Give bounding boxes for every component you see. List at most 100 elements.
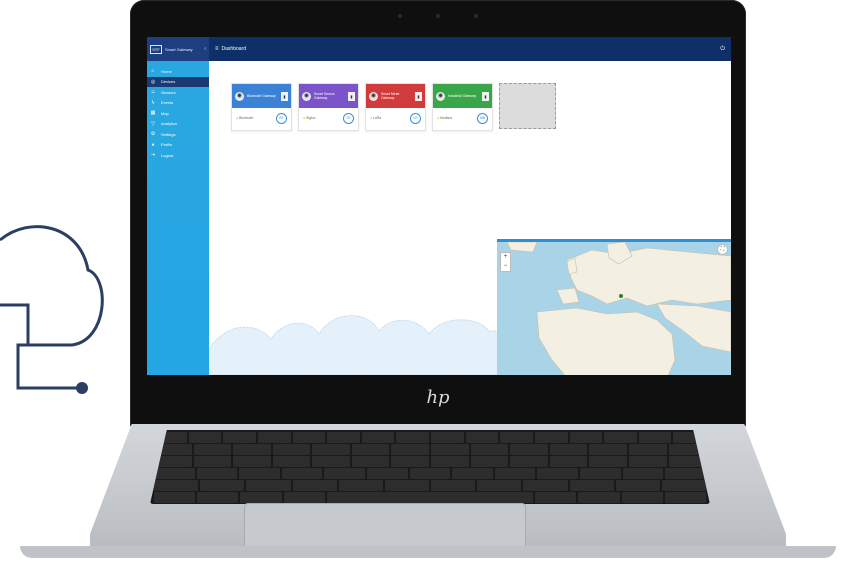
sidebar-header: STF Smart Gateway ‹ bbox=[147, 37, 209, 61]
factory-icon: ◉ bbox=[436, 91, 445, 101]
keyboard-key bbox=[361, 432, 395, 443]
card-status: LoRa bbox=[370, 116, 381, 120]
sidebar-item-label: Profile bbox=[161, 142, 173, 148]
keyboard-key bbox=[327, 432, 360, 443]
sidebar-item-label: Home bbox=[161, 68, 172, 74]
keyboard-key bbox=[589, 444, 627, 455]
map-zoom-control[interactable]: + − bbox=[500, 252, 511, 272]
add-gateway-placeholder[interactable] bbox=[499, 83, 556, 129]
card-gauge: LR bbox=[410, 112, 421, 124]
keyboard-key bbox=[569, 432, 603, 443]
sidebar-item-analytics[interactable]: ▽ Analytics bbox=[147, 119, 209, 130]
keyboard-key bbox=[465, 432, 499, 443]
sidebar-item-devices[interactable]: ◎ Devices bbox=[147, 76, 209, 87]
keyboard-row bbox=[150, 492, 710, 503]
bluetooth-icon: ◉ bbox=[235, 91, 244, 101]
brand-logo: STF bbox=[150, 44, 162, 54]
keyboard-row bbox=[150, 480, 710, 491]
keyboard-key bbox=[628, 456, 667, 467]
card-header: ◉ Smart Meter Gateway ▮ bbox=[366, 84, 425, 108]
brand-name: Smart Gateway bbox=[165, 46, 193, 52]
keyboard-key bbox=[470, 456, 509, 467]
keyboard-key bbox=[589, 456, 627, 467]
logout-icon: ⇥ bbox=[150, 152, 156, 159]
card-gauge: BT bbox=[276, 112, 287, 124]
keyboard-key bbox=[281, 468, 323, 479]
keyboard-key bbox=[534, 432, 568, 443]
card-badge-icon: ▮ bbox=[415, 91, 422, 101]
dashboard-content: ◉Bluetooth Gateway▮BluetoothBT◉Smart Sen… bbox=[209, 61, 731, 375]
page-title: Dashboard bbox=[221, 46, 246, 52]
keyboard-key bbox=[549, 444, 588, 455]
sidebar-item-logout[interactable]: ⇥ Logout bbox=[147, 150, 209, 161]
sidebar-item-sensors[interactable]: ☺ Sensors bbox=[147, 87, 209, 98]
card-gauge: SF bbox=[343, 112, 354, 124]
keyboard-key bbox=[312, 444, 350, 455]
keyboard-key bbox=[604, 432, 637, 443]
card-title: Smart Sensor Gateway bbox=[314, 92, 335, 100]
sidebar-item-label: Settings bbox=[161, 131, 176, 137]
keyboard-key bbox=[452, 468, 493, 479]
sidebar-item-events[interactable]: ϟ Events bbox=[147, 98, 209, 109]
sidebar-item-label: Map bbox=[161, 110, 169, 116]
hp-logo: hp bbox=[426, 387, 450, 408]
keyboard-key bbox=[638, 432, 672, 443]
sidebar-item-home[interactable]: ⌂ Home bbox=[147, 66, 209, 77]
zoom-in-button[interactable]: + bbox=[501, 253, 510, 262]
menu-toggle-icon[interactable]: ≡ bbox=[215, 46, 219, 52]
person-icon: ● bbox=[151, 141, 155, 148]
sidebar-collapse-icon[interactable]: ‹ bbox=[204, 46, 206, 52]
gateway-card[interactable]: ◉Smart Meter Gateway ▮ LoRa LR bbox=[365, 83, 426, 131]
gateway-card-list: ◉Bluetooth Gateway▮BluetoothBT◉Smart Sen… bbox=[231, 83, 556, 131]
keyboard-key bbox=[338, 480, 383, 491]
keyboard-key bbox=[326, 492, 534, 503]
keyboard-key bbox=[431, 432, 464, 443]
keyboard-key bbox=[569, 480, 614, 491]
keyboard-row bbox=[150, 456, 710, 467]
gateway-card[interactable]: ◉Industrial Gateway ▮ Modbus MB bbox=[432, 83, 493, 131]
keyboard-key bbox=[257, 432, 291, 443]
keyboard-key bbox=[154, 480, 199, 491]
keyboard-key bbox=[292, 480, 337, 491]
card-title: Industrial Gateway bbox=[448, 94, 477, 98]
keyboard-key bbox=[431, 444, 469, 455]
card-gauge: MB bbox=[477, 112, 488, 124]
keyboard bbox=[150, 430, 710, 504]
funnel-icon: ▽ bbox=[151, 120, 155, 127]
keyboard-key bbox=[510, 444, 548, 455]
gateway-card[interactable]: ◉Smart Sensor Gateway ▮ Sigfox SF bbox=[298, 83, 359, 131]
keyboard-key bbox=[391, 444, 430, 455]
sidebar-item-map[interactable]: ▦ Map bbox=[147, 108, 209, 119]
sidebar-item-profile[interactable]: ● Profile bbox=[147, 140, 209, 151]
map-fullscreen-button[interactable]: ⛶ bbox=[717, 244, 728, 255]
keyboard-key bbox=[283, 492, 325, 503]
keyboard-key bbox=[535, 492, 577, 503]
keyboard-key bbox=[537, 468, 579, 479]
keyboard-key bbox=[193, 444, 232, 455]
sidebar-menu: ⌂ Home ◎ Devices ☺ Sensors ϟ Events ▦ Map ▽ Analyti… bbox=[147, 66, 209, 161]
keyboard-key bbox=[197, 492, 239, 503]
keyboard-key bbox=[351, 456, 390, 467]
gateway-card[interactable]: ◉Bluetooth Gateway ▮ Bluetooth BT bbox=[231, 83, 292, 131]
camera-sensor bbox=[474, 14, 478, 18]
keyboard-key bbox=[431, 480, 476, 491]
user-icon: ☺ bbox=[150, 89, 156, 96]
power-icon[interactable]: ⏻ bbox=[720, 46, 725, 53]
keyboard-key bbox=[193, 456, 232, 467]
zoom-out-button[interactable]: − bbox=[501, 262, 510, 271]
keyboard-row bbox=[150, 444, 710, 455]
keyboard-key bbox=[272, 456, 311, 467]
keyboard-key bbox=[154, 468, 195, 479]
sidebar-item-settings[interactable]: ⚙ Settings bbox=[147, 129, 209, 140]
keyboard-key bbox=[391, 456, 430, 467]
laptop-base-lip bbox=[20, 546, 836, 558]
card-status: Modbus bbox=[437, 116, 452, 120]
card-header: ◉ Smart Sensor Gateway ▮ bbox=[299, 84, 358, 108]
map-panel[interactable]: + − ⛶ bbox=[497, 239, 731, 375]
card-footer: LoRa LR bbox=[366, 108, 425, 128]
sidebar-item-label: Events bbox=[161, 100, 174, 106]
keyboard-key bbox=[233, 444, 271, 455]
bolt-icon: ϟ bbox=[151, 99, 155, 106]
map-marker[interactable] bbox=[619, 294, 623, 298]
keyboard-key bbox=[578, 492, 620, 503]
